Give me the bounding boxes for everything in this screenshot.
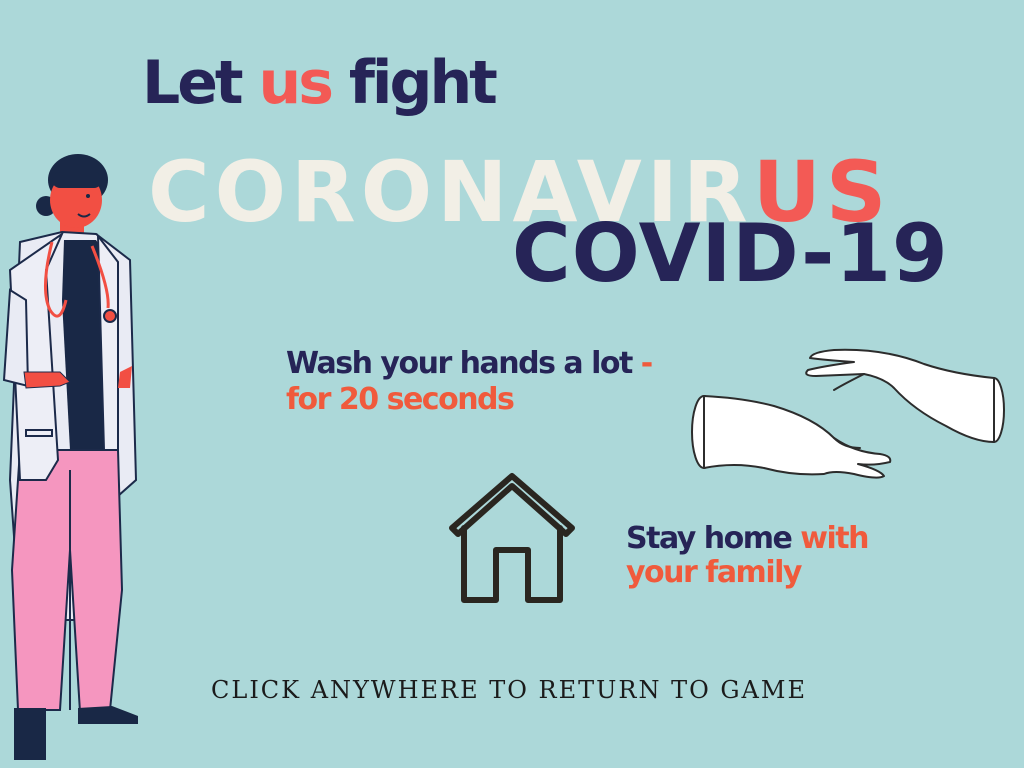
hands-illustration	[691, 348, 1005, 479]
return-to-game-prompt[interactable]: CLICK ANYWHERE TO RETURN TO GAME	[0, 676, 1024, 704]
wash-dash: -	[640, 346, 653, 381]
wash-hands-tip: Wash your hands a lot - for 20 seconds	[286, 346, 653, 418]
wash-line2: for 20 seconds	[286, 382, 515, 417]
headline-part2: fight	[330, 48, 498, 118]
wash-line1: Wash your hands a lot	[286, 346, 641, 381]
headline-part1: Let	[142, 48, 259, 118]
house-icon	[449, 473, 575, 603]
covid-title: COVID-19	[512, 207, 949, 300]
headline: Let us fight	[142, 48, 498, 118]
return-to-game-label: CLICK ANYWHERE TO RETURN TO GAME	[211, 676, 807, 704]
headline-accent: us	[258, 48, 334, 118]
info-screen[interactable]: Let us fight CORONAVIRUS COVID-19 Wash y…	[0, 0, 1024, 768]
stay-line1b: with	[800, 521, 869, 556]
stay-line2: your family	[626, 555, 802, 590]
stay-line1a: Stay home	[626, 521, 801, 556]
stay-home-tip: Stay home with your family	[626, 521, 869, 590]
